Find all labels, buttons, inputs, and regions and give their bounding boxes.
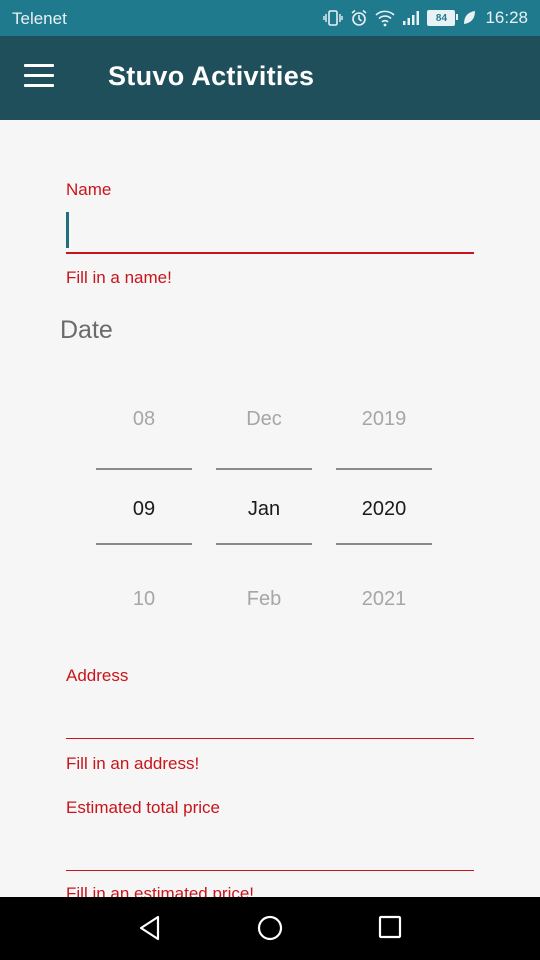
day-next[interactable]: 10 [96, 588, 192, 611]
date-heading: Date [60, 316, 113, 344]
year-picker[interactable]: 2019 2020 2021 [336, 400, 432, 610]
year-selected[interactable]: 2020 [336, 498, 432, 521]
address-input[interactable] [66, 698, 474, 739]
alarm-icon [350, 9, 368, 27]
status-icons: 84 16:28 [323, 7, 528, 29]
day-picker[interactable]: 08 09 10 [96, 400, 192, 610]
day-divider-bottom [96, 543, 192, 545]
wifi-icon [375, 9, 396, 27]
address-label: Address [66, 666, 129, 685]
signal-icon [402, 10, 420, 26]
month-picker[interactable]: Dec Jan Feb [216, 400, 312, 610]
navigation-bar [0, 897, 540, 960]
battery-icon: 84 [427, 10, 459, 26]
recents-icon[interactable] [378, 915, 402, 944]
status-bar: Telenet 84 16:28 [0, 0, 540, 36]
year-prev[interactable]: 2019 [336, 408, 432, 431]
price-label: Estimated total price [66, 798, 221, 817]
back-icon[interactable] [138, 915, 162, 946]
month-next[interactable]: Feb [216, 588, 312, 611]
home-icon[interactable] [257, 915, 283, 946]
name-label: Name [66, 180, 112, 199]
name-input[interactable] [66, 212, 474, 254]
address-error: Fill in an address! [66, 754, 200, 773]
leaf-icon [462, 10, 476, 26]
clock-time: 16:28 [485, 8, 528, 27]
month-divider-top [216, 468, 312, 470]
activity-form: Name Fill in a name! Date 08 09 10 Dec J… [0, 120, 540, 897]
text-cursor [66, 212, 69, 248]
year-next[interactable]: 2021 [336, 588, 432, 611]
month-divider-bottom [216, 543, 312, 545]
month-prev[interactable]: Dec [216, 408, 312, 431]
day-prev[interactable]: 08 [96, 408, 192, 431]
day-selected[interactable]: 09 [96, 498, 192, 521]
vibrate-icon [323, 9, 344, 27]
month-selected[interactable]: Jan [216, 498, 312, 521]
price-input[interactable] [66, 830, 474, 871]
year-divider-top [336, 468, 432, 470]
year-divider-bottom [336, 543, 432, 545]
carrier-name: Telenet [12, 9, 67, 28]
price-error: Fill in an estimated price! [66, 884, 255, 897]
day-divider-top [96, 468, 192, 470]
app-title: Stuvo Activities [108, 61, 315, 91]
menu-icon[interactable] [24, 64, 58, 92]
name-error: Fill in a name! [66, 268, 172, 287]
app-bar: Stuvo Activities [0, 36, 540, 120]
